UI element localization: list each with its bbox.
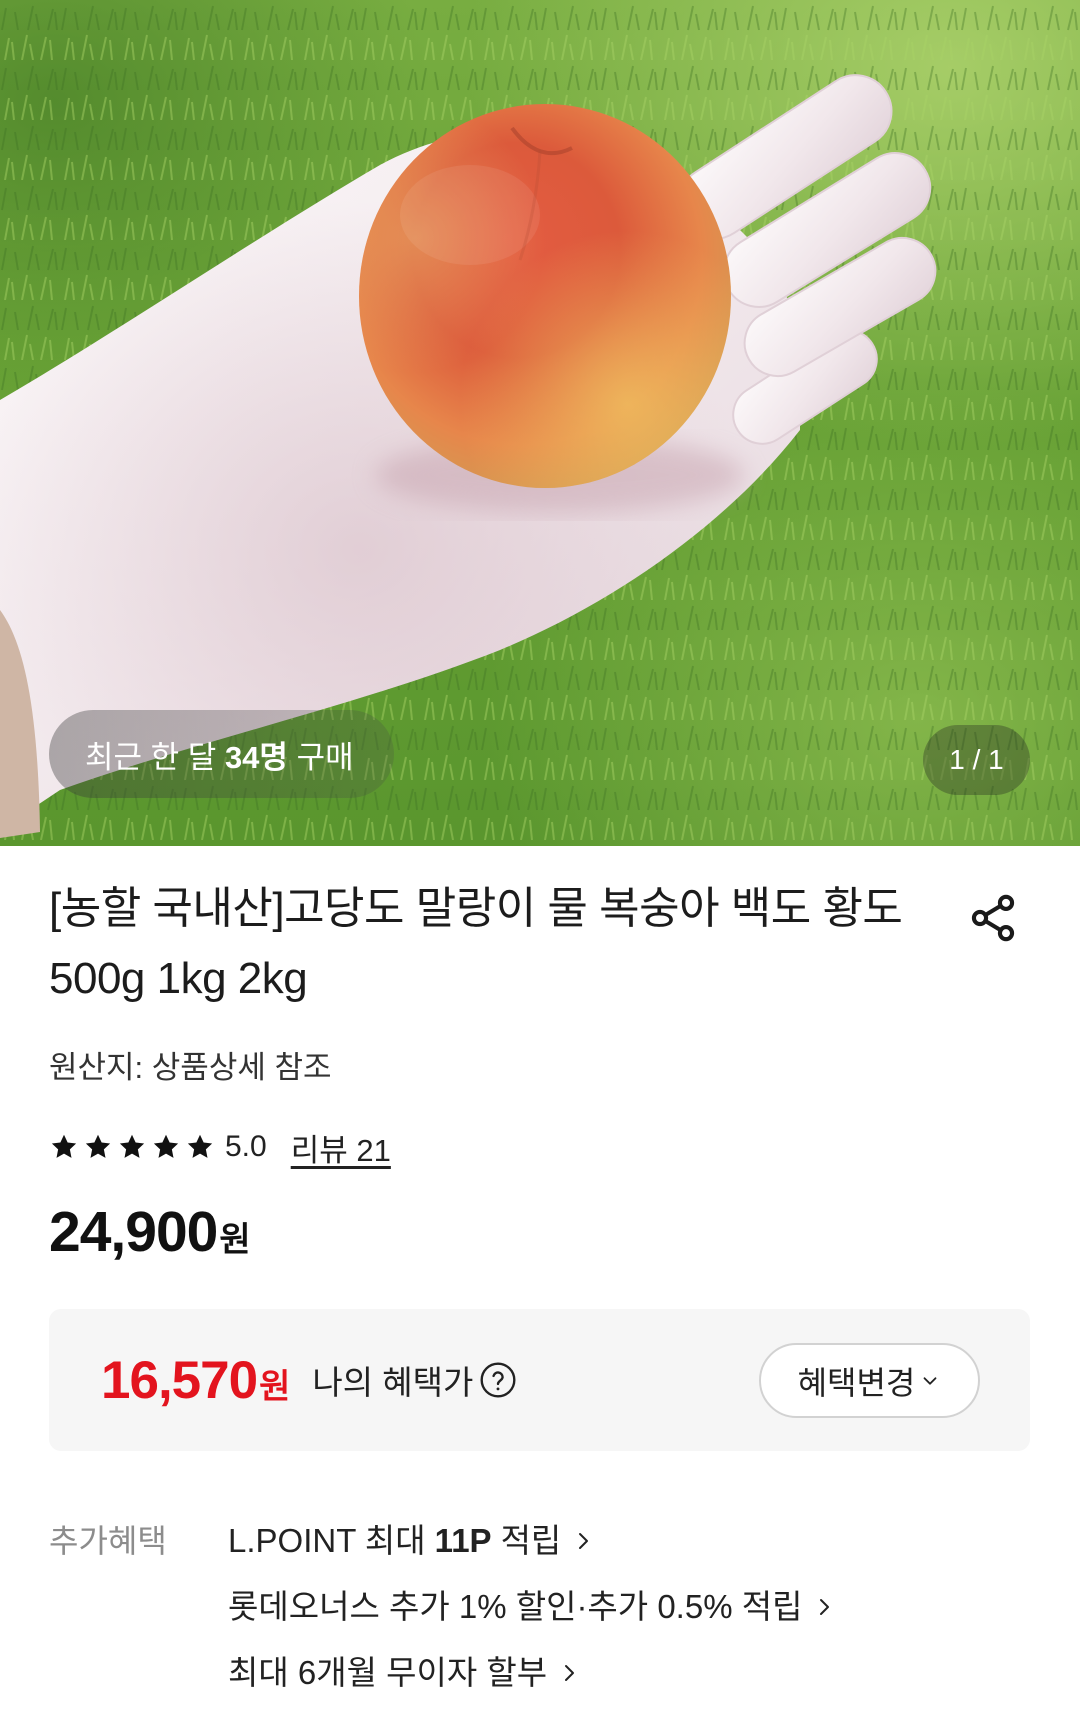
product-image-carousel[interactable]: 최근 한 달 34명 구매 1 / 1 xyxy=(0,0,1080,846)
rating-row: 5.0 리뷰 21 xyxy=(49,1125,391,1170)
benefit-price-label: 나의 혜택가 xyxy=(312,1364,474,1401)
benefit-price-unit: 원 xyxy=(259,1367,291,1406)
extra-benefit-text: 롯데오너스 추가 1% 할인·추가 0.5% 적립 xyxy=(228,1588,803,1625)
extra-benefit-lpoint[interactable]: L.POINT 최대 11P 적립 xyxy=(228,1508,836,1574)
product-detail-page: 최근 한 달 34명 구매 1 / 1 [농할 국내산]고당도 말랑이 물 복숭… xyxy=(0,0,1080,1718)
benefit-price-box: 16,570원 나의 혜택가 혜택변경 xyxy=(49,1309,1030,1451)
rating-score: 5.0 xyxy=(225,1130,267,1163)
extra-benefit-lotte-owners[interactable]: 롯데오너스 추가 1% 할인·추가 0.5% 적립 xyxy=(228,1574,836,1640)
share-button[interactable] xyxy=(963,888,1023,948)
extra-benefit-installment[interactable]: 최대 6개월 무이자 할부 xyxy=(228,1640,836,1706)
badge-suffix: 구매 xyxy=(296,739,354,775)
recent-purchase-badge: 최근 한 달 34명 구매 xyxy=(49,710,394,798)
product-origin: 원산지: 상품상세 참조 xyxy=(49,1050,332,1085)
price-unit: 원 xyxy=(219,1221,251,1259)
chevron-right-icon xyxy=(565,1665,575,1681)
extra-benefits-list: L.POINT 최대 11P 적립 롯데오너스 추가 1% 할인·추가 0.5% 적… xyxy=(228,1508,836,1706)
extra-benefits-label: 추가혜택 xyxy=(49,1523,167,1559)
rating-stars xyxy=(49,1132,215,1162)
question-circle-icon xyxy=(480,1362,516,1398)
star-icon xyxy=(187,1134,213,1158)
badge-prefix: 최근 한 달 xyxy=(85,739,217,775)
benefit-price-amount: 16,570 xyxy=(101,1350,258,1410)
extra-benefit-text-after: 적립 xyxy=(500,1522,562,1559)
share-icon xyxy=(971,894,1015,942)
star-icon xyxy=(85,1134,111,1158)
review-count-link[interactable]: 리뷰 21 xyxy=(291,1125,391,1170)
star-icon xyxy=(51,1134,77,1158)
image-counter: 1 / 1 xyxy=(923,725,1030,795)
star-icon xyxy=(153,1134,179,1158)
badge-buyer-count: 34명 xyxy=(224,739,288,775)
star-icon xyxy=(119,1134,145,1158)
benefit-price: 16,570원 xyxy=(101,1350,290,1411)
price-amount: 24,900 xyxy=(49,1200,218,1264)
change-benefit-label: 혜택변경 xyxy=(797,1364,916,1401)
chevron-down-icon xyxy=(923,1376,937,1385)
peach-fruit xyxy=(359,104,731,488)
extra-benefit-text: L.POINT 최대 xyxy=(228,1522,426,1559)
chevron-right-icon xyxy=(579,1533,589,1549)
product-price: 24,900원 xyxy=(49,1190,251,1289)
extra-benefit-text: 최대 6개월 무이자 할부 xyxy=(228,1654,548,1691)
chevron-right-icon xyxy=(820,1599,830,1615)
benefit-price-help[interactable] xyxy=(479,1361,517,1399)
change-benefit-button[interactable]: 혜택변경 xyxy=(759,1343,980,1418)
product-title: [농할 국내산]고당도 말랑이 물 복숭아 백도 황도 500g 1kg 2kg xyxy=(49,884,903,1003)
extra-benefit-highlight: 11P xyxy=(434,1522,492,1559)
